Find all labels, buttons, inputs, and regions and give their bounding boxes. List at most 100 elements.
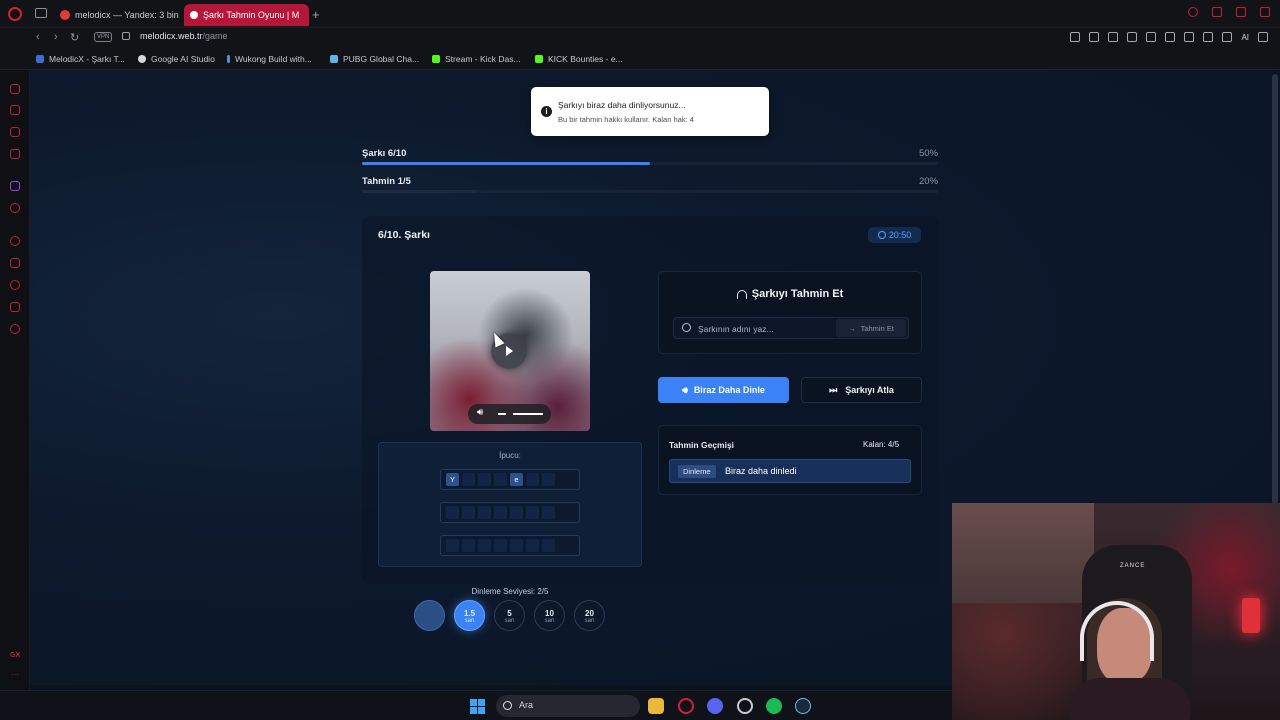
listen-more-button[interactable]: 🔊︎ Biraz Daha Dinle [658, 377, 789, 403]
sidebar-settings-icon[interactable] [10, 324, 20, 334]
bookmark-label: Stream - Kick Das... [445, 54, 521, 64]
webcam-overlay: ZANCE [952, 503, 1280, 720]
maximize-icon[interactable] [1236, 7, 1246, 17]
hint-letter-cell [542, 506, 555, 519]
bookmark-melodicx[interactable]: MelodicX - Şarkı T... [36, 54, 125, 64]
aria-ai-button[interactable]: AI [1241, 33, 1249, 42]
bookmark-icon[interactable] [1070, 32, 1081, 42]
song-progress-fill [362, 162, 650, 165]
windows-start-icon[interactable] [470, 699, 485, 714]
opera-gx-taskbar-icon[interactable] [678, 698, 694, 714]
app-icon[interactable] [737, 698, 753, 714]
listen-level-button[interactable] [414, 600, 445, 631]
history-title: Tahmin Geçmişi [669, 440, 735, 450]
gx-label[interactable]: GX [10, 652, 20, 659]
sidebar-twitch-icon[interactable] [10, 181, 20, 191]
player-icon[interactable] [1127, 32, 1138, 42]
minimize-icon[interactable] [1212, 7, 1222, 17]
skip-song-button[interactable]: ⏭︎ Şarkıyı Atla [801, 377, 922, 403]
bookmark-google-ai-studio[interactable]: Google AI Studio [138, 54, 215, 64]
bookmark-pubg[interactable]: PUBG Global Cha... [330, 54, 419, 64]
hint-letter-cell [494, 539, 507, 552]
volume-minus-icon[interactable] [498, 413, 506, 415]
history-item: Dinleme Biraz daha dinledi [669, 459, 911, 483]
level-unit: san [584, 618, 595, 624]
back-icon[interactable]: ‹ [36, 31, 40, 43]
file-explorer-icon[interactable] [648, 698, 664, 714]
sidebar-history-icon[interactable] [10, 280, 20, 290]
sidebar-music-icon[interactable] [10, 149, 20, 159]
forward-icon[interactable]: › [54, 31, 58, 43]
speaker-icon [190, 11, 198, 19]
hint-letter-cell [526, 539, 539, 552]
steam-icon[interactable] [795, 698, 811, 714]
volume-icon[interactable]: 🔊︎ [477, 407, 483, 418]
level-unit: san [504, 618, 515, 624]
bookmark-label: MelodicX - Şarkı T... [49, 54, 125, 64]
bookmark-kick-stream[interactable]: Stream - Kick Das... [432, 54, 521, 64]
song-title: 6/10. Şarkı [378, 229, 430, 241]
listen-level-button[interactable]: 1.5 san [454, 600, 485, 631]
opera-logo-icon[interactable] [8, 7, 22, 21]
sidebar-more-icon[interactable]: ··· [11, 670, 19, 679]
listen-level-label: Dinleme Seviyesi: 2/5 [471, 587, 549, 596]
song-progress-label: Şarkı 6/10 [362, 148, 407, 159]
timer-badge: 20:50 [868, 227, 921, 243]
sidebar-messenger-icon[interactable] [10, 127, 20, 137]
profile-icon[interactable] [1203, 32, 1214, 42]
history-item-tag: Dinleme [678, 465, 716, 478]
hint-letter-cell: Y [446, 473, 459, 486]
bookmark-wukong[interactable]: Wukong Build with... [227, 54, 312, 64]
wallet-icon[interactable] [1184, 32, 1195, 42]
taskbar-search[interactable]: Ara [496, 695, 640, 717]
browser-tab-game[interactable]: Şarkı Tahmin Oyunu | M [184, 4, 309, 26]
vpn-badge[interactable]: VPN [94, 32, 113, 42]
reload-icon[interactable]: ↻ [70, 31, 79, 44]
song-progress-percent: 50% [918, 148, 938, 159]
sidebar-extensions-icon[interactable] [10, 302, 20, 312]
taskbar-search-label: Ara [519, 700, 534, 710]
scrollbar-thumb[interactable] [1272, 74, 1278, 504]
wukong-favicon-icon [227, 55, 230, 63]
toast-title: Şarkıyı biraz daha dinliyorsunuz... [558, 100, 686, 110]
menu-icon[interactable] [1258, 32, 1268, 42]
bookmark-label: Google AI Studio [151, 54, 215, 64]
listen-level-button[interactable]: 10 san [534, 600, 565, 631]
url-field[interactable]: melodicx.web.tr/game [140, 31, 228, 41]
spotify-icon[interactable] [766, 698, 782, 714]
guess-progress-fill [362, 190, 478, 193]
shield-icon[interactable] [1108, 32, 1119, 42]
listen-level-button[interactable]: 20 san [574, 600, 605, 631]
chair-logo: ZANCE [1120, 563, 1146, 569]
sidebar-shopping-icon[interactable] [10, 105, 20, 115]
song-guess-input[interactable] [698, 321, 828, 336]
volume-slider[interactable] [513, 413, 543, 415]
bookmark-kick-bounties[interactable]: KICK Bounties - e... [535, 54, 623, 64]
browser-tab-yandex[interactable]: melodicx — Yandex: 3 bin [54, 4, 179, 26]
submit-guess-button[interactable]: → Tahmin Et [836, 319, 906, 337]
sidebar-video-icon[interactable] [10, 203, 20, 213]
heart-icon[interactable] [1146, 32, 1157, 42]
hint-letter-cell [462, 506, 475, 519]
sidebar-player-icon[interactable] [10, 236, 20, 246]
submit-guess-label: Tahmin Et [860, 323, 894, 333]
lock-icon[interactable] [122, 32, 130, 40]
extensions-icon[interactable] [1165, 32, 1176, 42]
hint-letter-cell [526, 473, 539, 486]
close-icon[interactable] [1260, 7, 1270, 17]
tab-overview-icon[interactable] [35, 8, 47, 18]
sidebar-bookmarks-icon[interactable] [10, 258, 20, 268]
guess-progress-track [362, 190, 938, 193]
new-tab-button[interactable]: + [312, 7, 320, 22]
hint-letter-cell [542, 473, 555, 486]
discord-icon[interactable] [707, 698, 723, 714]
snapshot-icon[interactable] [1089, 32, 1100, 42]
listen-level-button[interactable]: 5 san [494, 600, 525, 631]
volume-control[interactable]: 🔊︎ [468, 404, 551, 424]
download-icon[interactable] [1222, 32, 1233, 42]
hint-letter-cell [542, 539, 555, 552]
hint-letter-cell [510, 506, 523, 519]
sidebar-ai-icon[interactable] [10, 84, 20, 94]
guess-panel-title: Şarkıyı Tahmin Et [658, 288, 922, 300]
search-tabs-icon[interactable] [1188, 7, 1198, 17]
